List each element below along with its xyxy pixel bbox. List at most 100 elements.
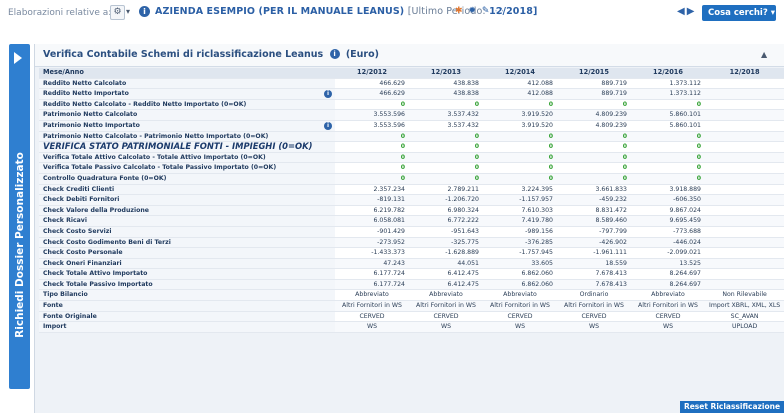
table-cell: 8.589.460 (557, 215, 631, 227)
company-name: AZIENDA ESEMPIO (PER IL MANUALE LEANUS) (155, 6, 405, 17)
table-cell: -325.775 (409, 237, 483, 249)
table-cell: 8.264.697 (631, 279, 705, 291)
table-row: Check Costo Personale -1.433.373 -1.628.88… (39, 247, 784, 259)
edit-icon[interactable]: ✎ (482, 6, 490, 16)
table-cell: 0 (409, 99, 483, 111)
settings-icon[interactable]: ✹ (468, 6, 476, 16)
table-cell: Altri Fornitori in WS (335, 300, 409, 312)
table-cell: CERVED (483, 311, 557, 323)
info-icon[interactable]: i (324, 90, 332, 99)
table-cell: -1.757.945 (483, 247, 557, 259)
table-cell: UPLOAD (705, 321, 784, 333)
table-cell (705, 141, 784, 153)
row-label: Fonte (39, 300, 335, 312)
panel-title-text: Verifica Contabile Schemi di riclassific… (43, 49, 324, 60)
table-cell: Altri Fornitori in WS (631, 300, 705, 312)
comment-icon[interactable]: ◌ (495, 6, 503, 16)
chevron-down-icon[interactable]: ▾ (126, 7, 130, 16)
info-icon[interactable]: i (324, 121, 332, 130)
excel-icon[interactable]: ✱ (455, 6, 463, 16)
top-toolbar: Elaborazioni relative a: ⚙ ▾ i AZIENDA E… (0, 0, 784, 28)
collapse-icon[interactable]: ▲ (761, 50, 767, 59)
table-row: Reddito Netto Calcolato - Reddito Netto … (39, 99, 784, 111)
table-cell: 7.678.413 (557, 268, 631, 280)
info-icon[interactable]: i (139, 6, 150, 17)
table-cell: -819.131 (335, 194, 409, 206)
table-cell: 3.553.596 (335, 109, 409, 121)
row-label: Check Totale Passivo Importato (39, 279, 335, 291)
search-button-label: Cosa cerchi? (708, 8, 768, 18)
row-label: Tipo Bilancio (39, 289, 335, 302)
table-row: Import WS WS WS WS WS UPLOAD (39, 321, 784, 333)
table-cell: -1.628.889 (409, 247, 483, 259)
table-cell: -1.433.373 (335, 247, 409, 259)
table-cell: 0 (483, 131, 557, 143)
table-cell: 0 (409, 131, 483, 143)
row-label: Check Oneri Finanziari (39, 258, 335, 270)
table-row: Patrimonio Netto Calcolato - Patrimonio … (39, 131, 784, 143)
row-label: Reddito Netto Calcolato (39, 78, 335, 90)
table-cell: 7.419.780 (483, 215, 557, 227)
table-cell: 0 (631, 141, 705, 153)
row-label: Patrimonio Netto Calcolato (39, 109, 335, 121)
table-cell: 4.809.239 (557, 109, 631, 121)
table-cell: 13.525 (631, 258, 705, 270)
table-cell (705, 194, 784, 206)
nav-arrows[interactable]: ◀▶ (677, 6, 696, 17)
table-row: Patrimonio Netto Importato i 3.553.596 3.53… (39, 120, 784, 132)
table-cell: 0 (631, 173, 705, 185)
table-cell: 0 (335, 131, 409, 143)
search-button[interactable]: Cosa cerchi? ▾ (702, 5, 776, 21)
dossier-side-tab[interactable]: Richiedi Dossier Personalizzato (9, 44, 30, 389)
table-cell: CERVED (335, 311, 409, 323)
reset-button[interactable]: Reset Riclassificazione (680, 401, 784, 413)
dossier-side-tab-label: Richiedi Dossier Personalizzato (14, 152, 26, 338)
table-cell (705, 205, 784, 217)
table-cell: -459.232 (557, 194, 631, 206)
row-label: Patrimonio Netto Importato i (39, 120, 335, 132)
row-label: Reddito Netto Importato i (39, 88, 335, 100)
info-icon[interactable]: i (329, 49, 340, 59)
table-cell: 6.862.060 (483, 279, 557, 291)
table-body: Reddito Netto Calcolato 466.629 438.838 412… (39, 78, 784, 333)
table-cell: 3.537.432 (409, 120, 483, 132)
table-cell: 466.629 (335, 88, 409, 100)
panel-header: Verifica Contabile Schemi di riclassific… (35, 44, 784, 67)
row-label: Verifica Totale Attivo Calcolato - Total… (39, 152, 335, 164)
table-cell: Altri Fornitori in WS (483, 300, 557, 312)
row-label: Check Debiti Fornitori (39, 194, 335, 206)
table-cell: 0 (557, 162, 631, 174)
table-cell: 8.831.472 (557, 205, 631, 217)
gear-icon[interactable]: ⚙ (110, 5, 125, 20)
table-row: Check Costo Servizi -901.429 -951.643 -989.… (39, 226, 784, 238)
table-row: Tipo Bilancio Abbreviato Abbreviato Abbrevi… (39, 289, 784, 302)
table-cell: 4.809.239 (557, 120, 631, 132)
table-cell: Import XBRL, XML, XLS (705, 300, 784, 312)
table-cell: 0 (631, 131, 705, 143)
table-cell: 0 (335, 99, 409, 111)
table-cell: 8.264.697 (631, 268, 705, 280)
row-label: Controllo Quadratura Fonte (0=OK) (39, 173, 335, 185)
table-cell: 47.243 (335, 258, 409, 270)
column-header: 12/2012 (335, 68, 409, 79)
table-cell: -1.961.111 (557, 247, 631, 259)
table-cell: 438.838 (409, 78, 483, 90)
row-label: VERIFICA STATO PATRIMONIALE FONTI - IMPI… (39, 141, 335, 153)
table-cell (705, 268, 784, 280)
table-row: Check Totale Passivo Importato 6.177.724 6… (39, 279, 784, 291)
table-cell: 0 (557, 99, 631, 111)
table-cell: WS (557, 321, 631, 333)
table-cell (705, 184, 784, 196)
table-row: Check Crediti Clienti 2.357.234 2.789.211 3… (39, 184, 784, 196)
table-cell: 0 (483, 173, 557, 185)
table-cell: 412.088 (483, 88, 557, 100)
panel-title: Verifica Contabile Schemi di riclassific… (43, 49, 379, 60)
column-header: 12/2015 (557, 68, 631, 79)
table-cell: 6.219.782 (335, 205, 409, 217)
table-cell: 0 (409, 152, 483, 164)
row-label: Import (39, 321, 335, 333)
table-cell: CERVED (557, 311, 631, 323)
row-label: Check Crediti Clienti (39, 184, 335, 196)
table-row: Check Valore della Produzione 6.219.782 6.… (39, 205, 784, 217)
table-cell: 0 (335, 173, 409, 185)
